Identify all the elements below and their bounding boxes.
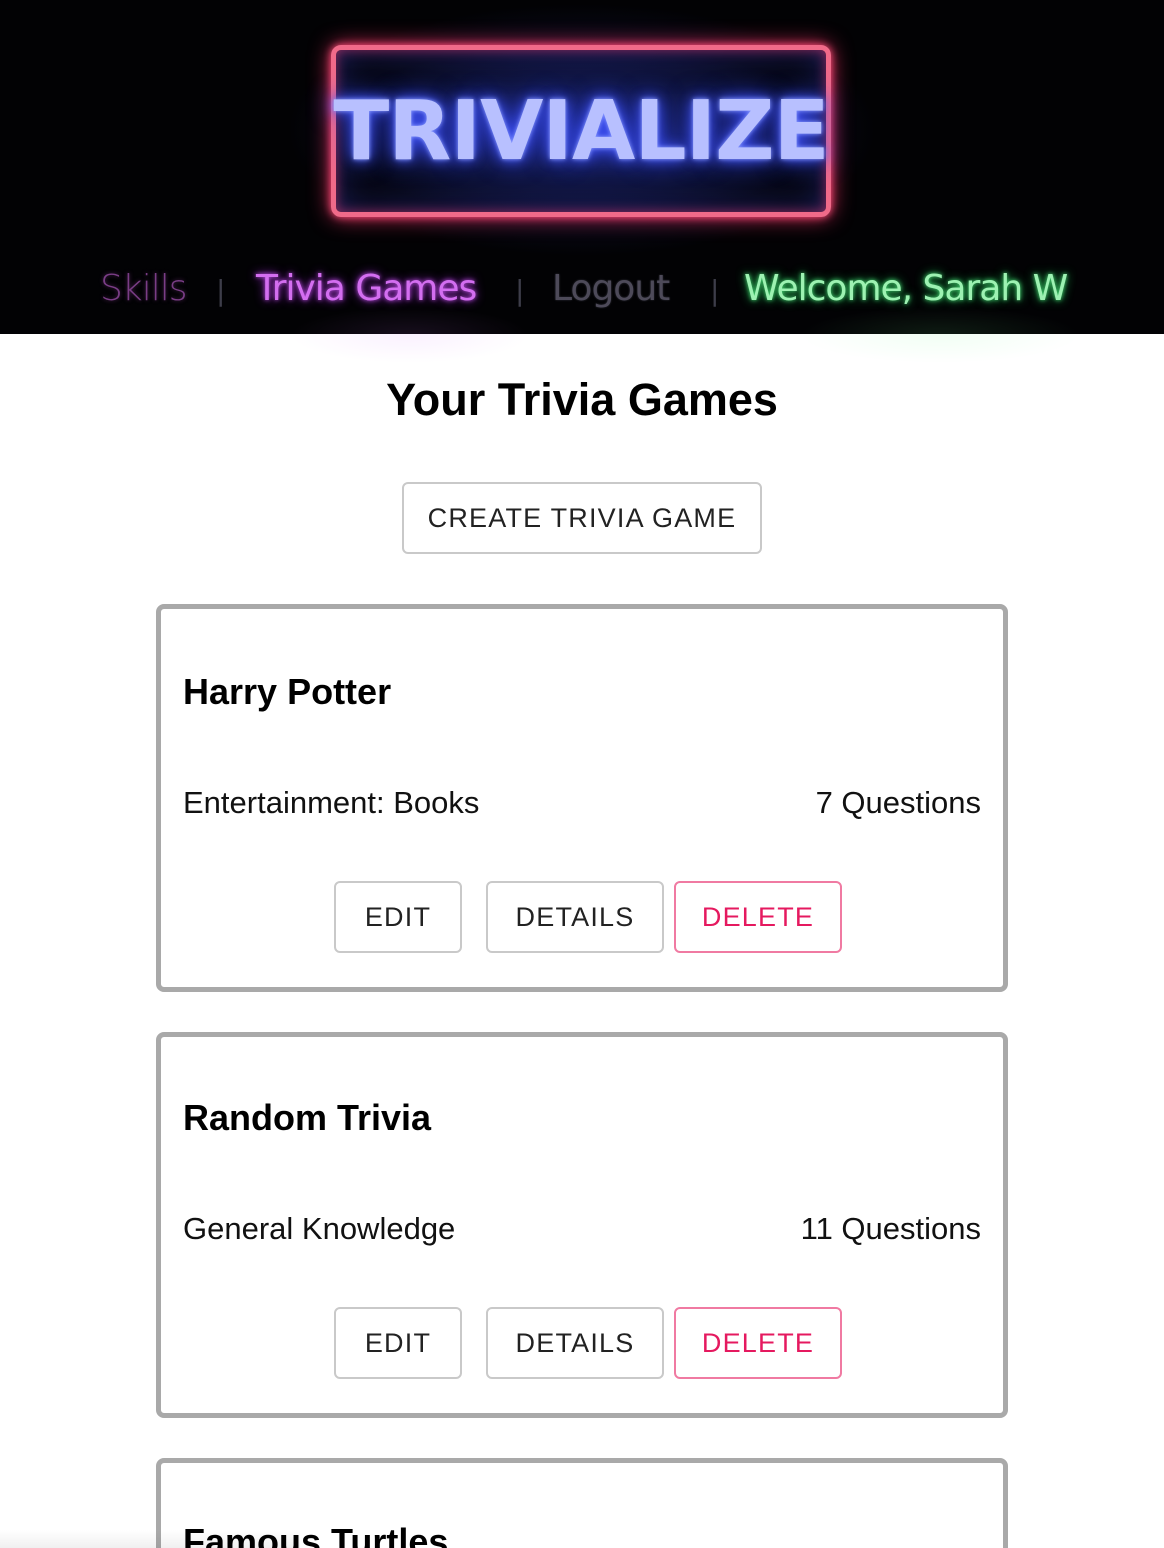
question-count: 11 Questions <box>800 1211 981 1246</box>
page: TRIVIALIZE Skills | Trivia Games | Logou… <box>0 0 1164 1548</box>
page-title: Your Trivia Games <box>386 374 778 425</box>
trivia-game-card: Random Trivia General Knowledge 11 Quest… <box>156 1032 1008 1418</box>
game-category: General Knowledge <box>183 1211 456 1246</box>
game-title: Random Trivia <box>183 1097 432 1138</box>
welcome-user-text: Welcome, Sarah W <box>744 268 1068 309</box>
nav-trivia-games-link[interactable]: Trivia Games <box>256 268 477 309</box>
edit-button[interactable]: EDIT <box>334 1307 462 1379</box>
trivia-game-card: Harry Potter Entertainment: Books 7 Ques… <box>156 604 1008 992</box>
main-nav: Skills | Trivia Games | Logout | Welcome… <box>0 262 1164 318</box>
logo[interactable]: TRIVIALIZE <box>331 45 831 217</box>
game-title: Harry Potter <box>183 671 392 712</box>
nav-separator: | <box>515 274 525 307</box>
nav-separator: | <box>216 274 226 307</box>
details-button[interactable]: DETAILS <box>486 881 664 953</box>
delete-button[interactable]: DELETE <box>674 1307 842 1379</box>
details-button[interactable]: DETAILS <box>486 1307 664 1379</box>
logo-text: TRIVIALIZE <box>333 83 829 179</box>
delete-button[interactable]: DELETE <box>674 881 842 953</box>
game-category: Entertainment: Books <box>183 785 480 820</box>
nav-logout-link[interactable]: Logout <box>552 268 670 309</box>
nav-skills-link[interactable]: Skills <box>100 268 187 309</box>
create-trivia-game-button[interactable]: CREATE TRIVIA GAME <box>402 482 762 554</box>
site-header: TRIVIALIZE Skills | Trivia Games | Logou… <box>0 0 1164 334</box>
question-count: 7 Questions <box>815 785 981 820</box>
nav-separator: | <box>710 274 720 307</box>
scroll-shadow <box>0 1530 300 1548</box>
edit-button[interactable]: EDIT <box>334 881 462 953</box>
